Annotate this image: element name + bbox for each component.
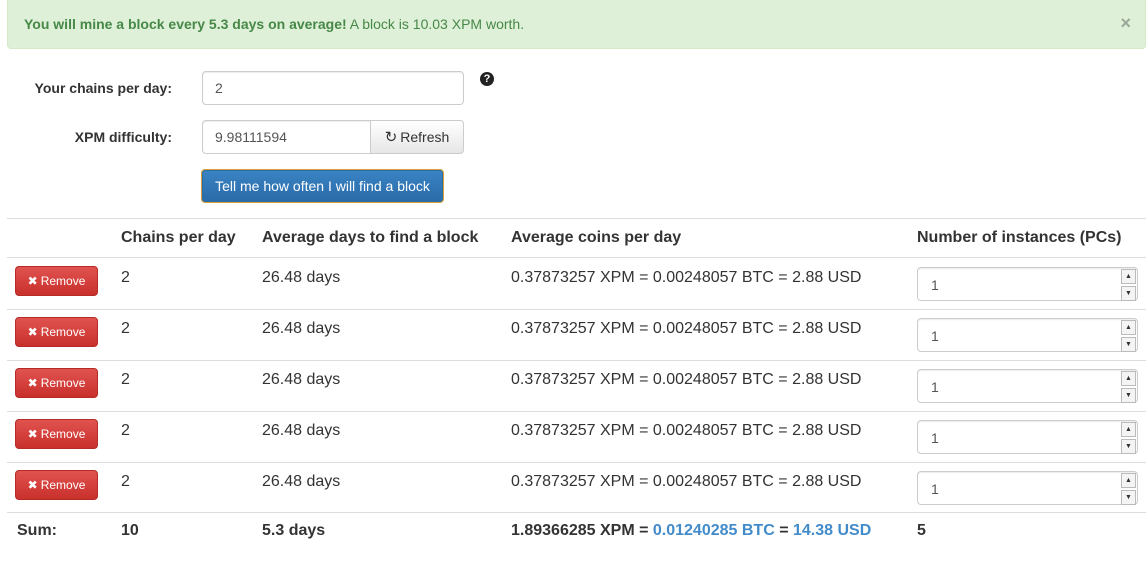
stepper-down-icon[interactable]: ▼ bbox=[1121, 337, 1136, 352]
instances-value: 1 bbox=[931, 481, 939, 497]
sum-label: Sum: bbox=[17, 522, 57, 539]
row-days: 26.48 days bbox=[262, 320, 341, 337]
instances-value: 1 bbox=[931, 277, 939, 293]
instances-stepper[interactable]: 1 ▲ ▼ bbox=[917, 420, 1138, 454]
stepper-down-icon[interactable]: ▼ bbox=[1121, 439, 1136, 454]
chains-per-day-label: Your chains per day: bbox=[34, 80, 172, 96]
stepper-arrows: ▲ ▼ bbox=[1121, 371, 1136, 403]
sum-eq: = bbox=[779, 522, 789, 539]
remove-icon: ✖ bbox=[27, 325, 38, 339]
row-chains: 2 bbox=[121, 422, 130, 439]
row-days: 26.48 days bbox=[262, 371, 341, 388]
row-coins: 0.37873257 XPM = 0.00248057 BTC = 2.88 U… bbox=[511, 371, 862, 388]
row-days: 26.48 days bbox=[262, 269, 341, 286]
remove-label: Remove bbox=[40, 478, 86, 492]
stepper-arrows: ▲ ▼ bbox=[1121, 269, 1136, 301]
remove-button[interactable]: ✖ Remove bbox=[15, 470, 98, 500]
chains-per-day-input[interactable]: 2 bbox=[202, 71, 464, 105]
sum-xpm: 1.89366285 XPM = bbox=[511, 522, 649, 539]
stepper-down-icon[interactable]: ▼ bbox=[1121, 388, 1136, 403]
sum-chains: 10 bbox=[121, 522, 139, 539]
header-chains: Chains per day bbox=[121, 229, 236, 246]
row-border bbox=[7, 411, 1146, 412]
remove-icon: ✖ bbox=[27, 274, 38, 288]
row-coins: 0.37873257 XPM = 0.00248057 BTC = 2.88 U… bbox=[511, 422, 862, 439]
row-chains: 2 bbox=[121, 269, 130, 286]
instances-stepper[interactable]: 1 ▲ ▼ bbox=[917, 267, 1138, 301]
header-days: Average days to find a block bbox=[262, 229, 479, 246]
success-alert: You will mine a block every 5.3 days on … bbox=[7, 0, 1146, 49]
stepper-up-icon[interactable]: ▲ bbox=[1121, 371, 1136, 386]
remove-button[interactable]: ✖ Remove bbox=[15, 317, 98, 347]
refresh-label: Refresh bbox=[400, 129, 450, 145]
sum-btc: 0.01240285 BTC bbox=[652, 522, 775, 539]
stepper-arrows: ▲ ▼ bbox=[1121, 320, 1136, 352]
row-coins: 0.37873257 XPM = 0.00248057 BTC = 2.88 U… bbox=[511, 269, 862, 286]
xpm-difficulty-label: XPM difficulty: bbox=[74, 129, 172, 145]
row-chains: 2 bbox=[121, 371, 130, 388]
instances-stepper[interactable]: 1 ▲ ▼ bbox=[917, 369, 1138, 403]
table-top-border bbox=[7, 218, 1146, 219]
sum-coins: 1.89366285 XPM = 0.01240285 BTC = 14.38 … bbox=[511, 522, 871, 540]
remove-button[interactable]: ✖ Remove bbox=[15, 419, 98, 449]
instances-stepper[interactable]: 1 ▲ ▼ bbox=[917, 471, 1138, 505]
remove-label: Remove bbox=[40, 325, 86, 339]
instances-value: 1 bbox=[931, 430, 939, 446]
sum-instances: 5 bbox=[917, 522, 926, 539]
stepper-down-icon[interactable]: ▼ bbox=[1121, 286, 1136, 301]
alert-strong-text: You will mine a block every 5.3 days on … bbox=[24, 16, 347, 32]
row-border bbox=[7, 462, 1146, 463]
row-chains: 2 bbox=[121, 473, 130, 490]
stepper-up-icon[interactable]: ▲ bbox=[1121, 269, 1136, 284]
row-days: 26.48 days bbox=[262, 473, 341, 490]
remove-button[interactable]: ✖ Remove bbox=[15, 266, 98, 296]
remove-button[interactable]: ✖ Remove bbox=[15, 368, 98, 398]
stepper-arrows: ▲ ▼ bbox=[1121, 473, 1136, 505]
calculate-button[interactable]: Tell me how often I will find a block bbox=[201, 169, 444, 203]
sum-border bbox=[7, 512, 1146, 513]
refresh-icon: ↻ bbox=[384, 129, 398, 146]
stepper-up-icon[interactable]: ▲ bbox=[1121, 473, 1136, 488]
header-border bbox=[7, 257, 1146, 258]
refresh-button[interactable]: ↻ Refresh bbox=[370, 120, 464, 154]
row-border bbox=[7, 309, 1146, 310]
remove-label: Remove bbox=[40, 427, 86, 441]
row-border bbox=[7, 360, 1146, 361]
remove-label: Remove bbox=[40, 274, 86, 288]
header-coins: Average coins per day bbox=[511, 229, 682, 246]
stepper-arrows: ▲ ▼ bbox=[1121, 422, 1136, 454]
header-instances: Number of instances (PCs) bbox=[917, 229, 1122, 246]
row-coins: 0.37873257 XPM = 0.00248057 BTC = 2.88 U… bbox=[511, 320, 862, 337]
alert-text: A block is 10.03 XPM worth. bbox=[349, 16, 525, 32]
sum-days: 5.3 days bbox=[262, 522, 326, 539]
instances-value: 1 bbox=[931, 328, 939, 344]
stepper-up-icon[interactable]: ▲ bbox=[1121, 422, 1136, 437]
remove-icon: ✖ bbox=[27, 478, 38, 492]
row-days: 26.48 days bbox=[262, 422, 341, 439]
stepper-down-icon[interactable]: ▼ bbox=[1121, 490, 1136, 505]
close-icon[interactable]: × bbox=[1120, 0, 1131, 47]
stepper-up-icon[interactable]: ▲ bbox=[1121, 320, 1136, 335]
remove-icon: ✖ bbox=[27, 427, 38, 441]
sum-usd: 14.38 USD bbox=[793, 522, 872, 539]
help-icon[interactable]: ? bbox=[480, 72, 494, 86]
row-chains: 2 bbox=[121, 320, 130, 337]
remove-label: Remove bbox=[40, 376, 86, 390]
xpm-difficulty-input[interactable]: 9.98111594 bbox=[202, 120, 372, 154]
instances-value: 1 bbox=[931, 379, 939, 395]
instances-stepper[interactable]: 1 ▲ ▼ bbox=[917, 318, 1138, 352]
remove-icon: ✖ bbox=[27, 376, 38, 390]
row-coins: 0.37873257 XPM = 0.00248057 BTC = 2.88 U… bbox=[511, 473, 862, 490]
